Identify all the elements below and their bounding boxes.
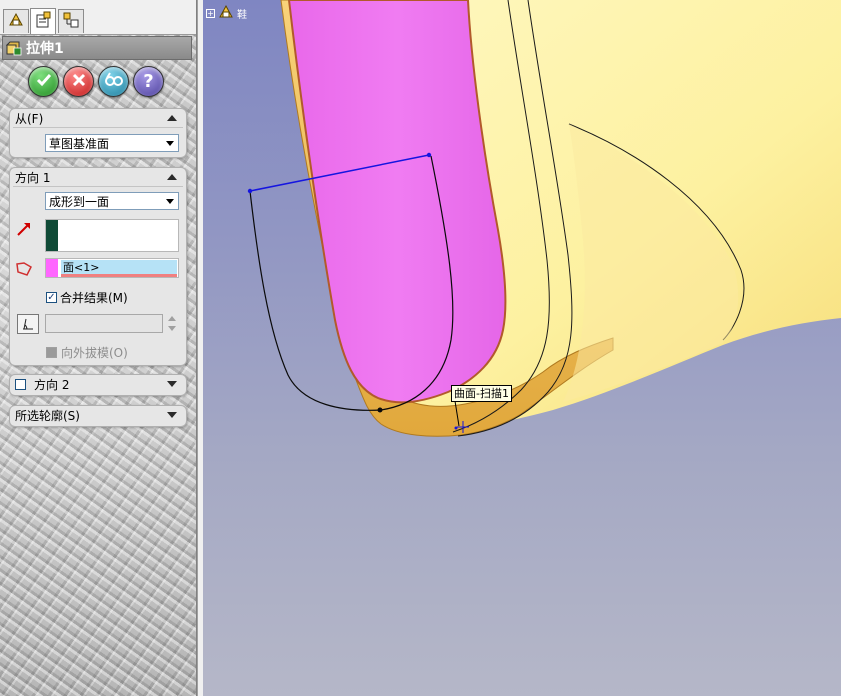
extrude-feature-icon <box>6 40 22 56</box>
direction2-checkbox[interactable] <box>15 378 26 390</box>
dropdown-arrow-icon <box>166 141 174 146</box>
selected-contours-header[interactable]: 所选轮廓(S) <box>13 406 183 424</box>
direction1-group-header[interactable]: 方向 1 <box>13 168 183 187</box>
help-button[interactable]: ? <box>133 66 164 97</box>
property-manager-panel: 拉伸1 ? 从(F) 草图基准面 方向 1 成形到一面 面<1> ✓ 合并结果(… <box>0 0 197 696</box>
part-icon <box>218 4 234 23</box>
face-color-swatch <box>46 259 58 277</box>
face-selection-box[interactable]: 面<1> <box>45 258 179 278</box>
tab-configuration-manager[interactable] <box>58 9 84 33</box>
from-condition-select[interactable]: 草图基准面 <box>45 134 179 152</box>
draft-toggle-icon[interactable] <box>17 314 39 334</box>
direction1-label: 方向 1 <box>15 170 51 185</box>
configuration-manager-icon <box>62 11 80 32</box>
merge-result-row: ✓ 合并结果(M) <box>46 289 128 306</box>
feature-title-bar: 拉伸1 <box>2 36 192 60</box>
draft-outward-label: 向外拔模(O) <box>61 346 128 360</box>
draft-angle-input[interactable] <box>45 314 163 333</box>
preview-button[interactable] <box>98 66 129 97</box>
property-manager-icon <box>34 11 52 32</box>
draft-outward-row: 向外拔模(O) <box>46 344 128 361</box>
reverse-direction-icon[interactable] <box>15 220 33 241</box>
sketch-point[interactable] <box>247 188 253 194</box>
hover-tooltip: 曲面-扫描1 <box>451 385 512 402</box>
selected-contours-label: 所选轮廓(S) <box>15 408 80 423</box>
part-name-label[interactable]: 鞋 <box>237 6 247 21</box>
expand-plus-icon[interactable]: + <box>206 9 215 18</box>
tab-property-manager[interactable] <box>30 8 56 34</box>
spin-down-icon[interactable] <box>168 326 176 331</box>
direction-vector-box[interactable] <box>45 219 179 252</box>
from-group: 从(F) 草图基准面 <box>9 108 187 158</box>
help-icon: ? <box>143 71 154 92</box>
sketch-point[interactable] <box>377 407 383 413</box>
expand-down-icon[interactable] <box>167 381 177 387</box>
flyout-tree: + 鞋 <box>206 4 247 23</box>
direction2-group-header[interactable]: 方向 2 <box>13 375 183 393</box>
end-condition-select[interactable]: 成形到一面 <box>45 192 179 210</box>
cancel-button[interactable] <box>63 66 94 97</box>
direction1-group: 方向 1 成形到一面 面<1> ✓ 合并结果(M) 向外拔模(O) <box>9 167 187 366</box>
selected-contours-group: 所选轮廓(S) <box>9 405 187 427</box>
collapse-up-icon[interactable] <box>167 174 177 180</box>
feature-manager-icon <box>7 11 25 32</box>
merge-result-checkbox[interactable]: ✓ <box>46 292 57 303</box>
page-title: 拉伸1 <box>26 41 64 57</box>
model-canvas[interactable] <box>203 0 841 696</box>
tab-feature-manager[interactable] <box>3 9 29 33</box>
merge-result-label: 合并结果(M) <box>60 291 128 305</box>
face-selection-icon <box>15 261 33 280</box>
direction2-group: 方向 2 <box>9 374 187 396</box>
face-selection-text: 面<1> <box>63 261 100 274</box>
ok-button[interactable] <box>28 66 59 97</box>
selected-face[interactable] <box>287 0 507 404</box>
graphics-viewport[interactable]: + 鞋 曲面-扫描1 <box>203 0 841 696</box>
expand-down-icon[interactable] <box>167 412 177 418</box>
dropdown-arrow-icon <box>166 199 174 204</box>
spin-up-icon[interactable] <box>168 316 176 321</box>
collapse-up-icon[interactable] <box>167 115 177 121</box>
draft-angle-spinner[interactable] <box>164 314 179 333</box>
direction2-label: 方向 2 <box>34 377 70 392</box>
glasses-icon <box>104 71 124 92</box>
direction-color-swatch <box>46 220 58 251</box>
end-condition-value: 成形到一面 <box>49 194 110 209</box>
manager-tab-strip <box>0 0 196 35</box>
from-condition-value: 草图基准面 <box>49 136 110 151</box>
sketch-point[interactable] <box>426 152 432 158</box>
action-buttons: ? <box>28 66 164 100</box>
face-selection-item[interactable]: 面<1> <box>61 260 177 277</box>
from-group-label: 从(F) <box>15 111 44 126</box>
from-group-header[interactable]: 从(F) <box>13 109 183 128</box>
checkmark-icon <box>35 71 53 92</box>
draft-outward-checkbox[interactable] <box>46 347 57 358</box>
close-icon <box>71 72 87 91</box>
